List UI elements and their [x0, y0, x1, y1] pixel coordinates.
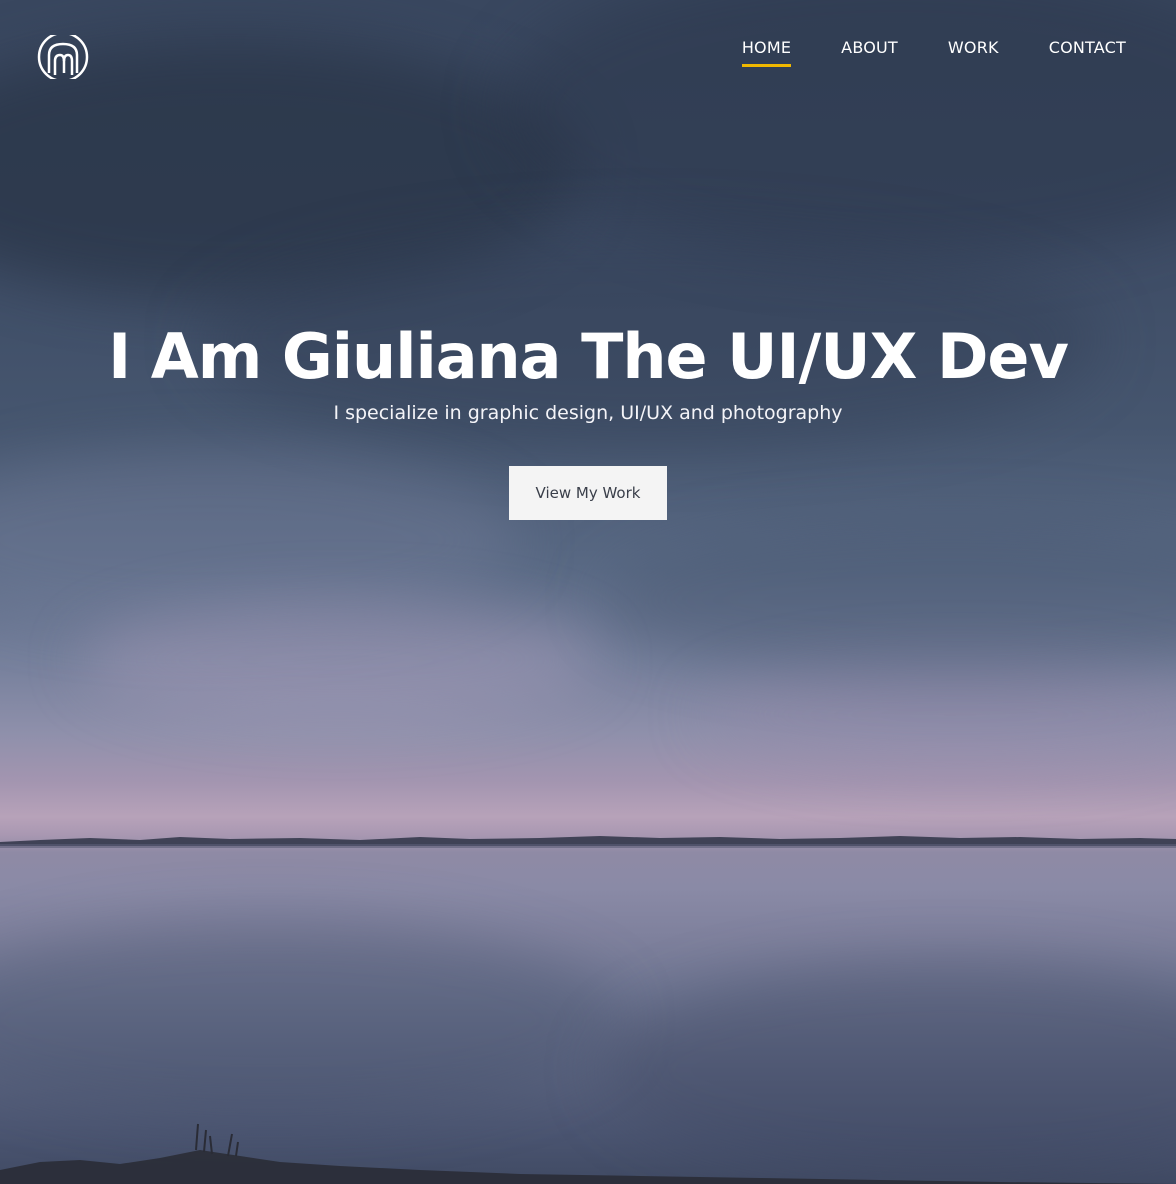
- nav-item-contact[interactable]: CONTACT: [1049, 38, 1126, 67]
- view-my-work-button[interactable]: View My Work: [509, 466, 667, 520]
- horizon-treeline: [0, 836, 1176, 848]
- foreground-grass: [0, 1123, 1176, 1184]
- top-navbar: HOME ABOUT WORK CONTACT: [0, 0, 1176, 110]
- monogram-logo-icon[interactable]: [36, 31, 90, 83]
- hero-section: HOME ABOUT WORK CONTACT I Am Giuliana Th…: [0, 0, 1176, 1184]
- nav-item-home[interactable]: HOME: [741, 38, 792, 67]
- hero-title: I Am Giuliana The UI/UX Dev: [108, 320, 1069, 393]
- nav-item-work[interactable]: WORK: [948, 38, 999, 67]
- background-photo: [0, 0, 1176, 1184]
- hero-subtitle: I specialize in graphic design, UI/UX an…: [333, 402, 843, 424]
- main-nav: HOME ABOUT WORK CONTACT: [692, 38, 1126, 67]
- nav-item-about[interactable]: ABOUT: [841, 38, 898, 67]
